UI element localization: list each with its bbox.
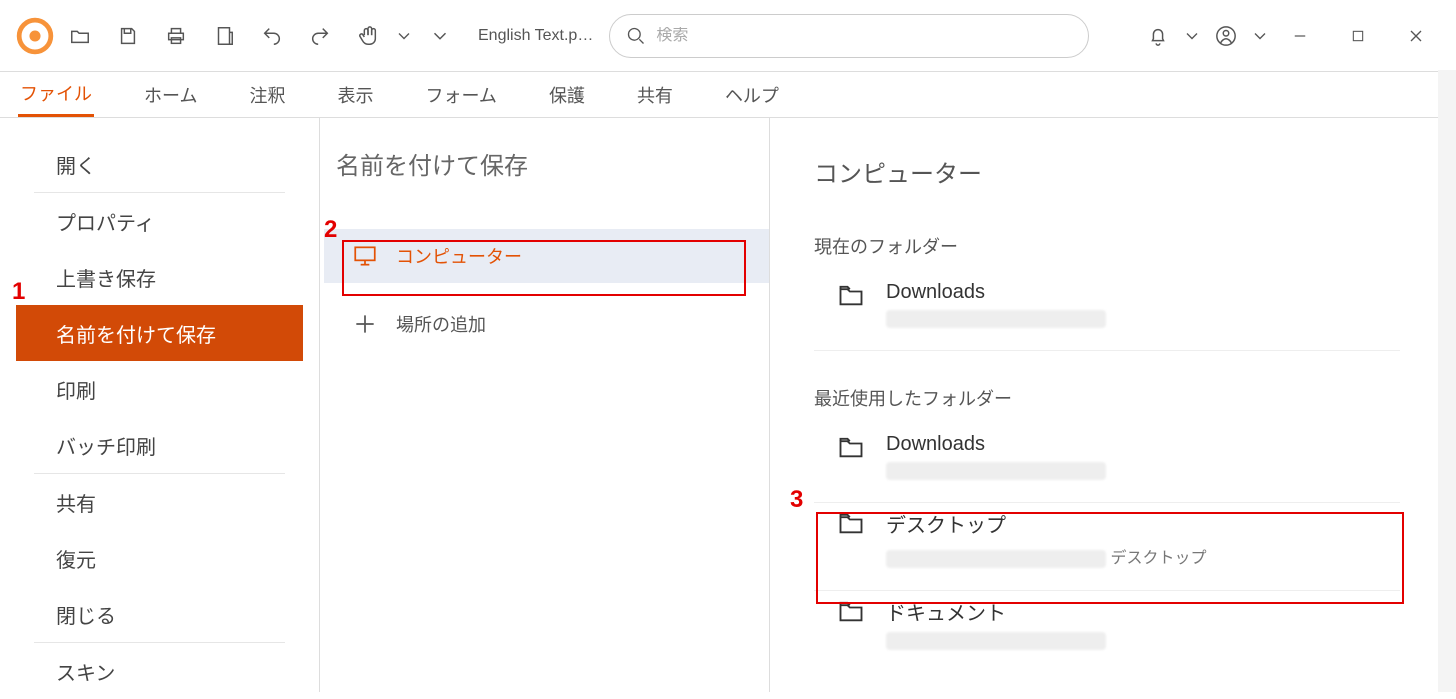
folder-path: [886, 462, 1106, 480]
undo-icon[interactable]: [250, 14, 294, 58]
computer-panel-title: コンピューター: [814, 154, 1456, 189]
window-minimize[interactable]: [1272, 14, 1328, 58]
computer-panel: コンピューター 現在のフォルダー Downloads 最近使用したフォルダー D…: [770, 118, 1456, 692]
file-menu: 開く プロパティ 上書き保存 名前を付けて保存 印刷 バッチ印刷 共有 復元 閉…: [0, 118, 320, 692]
annotation-step-1: 1: [12, 278, 25, 306]
redo-icon[interactable]: [298, 14, 342, 58]
folder-name: Downloads: [886, 433, 1106, 456]
bell-icon[interactable]: [1136, 14, 1180, 58]
tab-share[interactable]: 共有: [635, 74, 675, 116]
print-icon[interactable]: [154, 14, 198, 58]
search-input[interactable]: [656, 27, 1072, 45]
hand-dropdown-icon[interactable]: [394, 14, 414, 58]
tab-help[interactable]: ヘルプ: [723, 74, 781, 116]
file-print[interactable]: 印刷: [16, 361, 303, 417]
user-dropdown-icon[interactable]: [1250, 14, 1270, 58]
search-icon: [626, 26, 646, 46]
bell-dropdown-icon[interactable]: [1182, 14, 1202, 58]
window-close[interactable]: [1388, 14, 1444, 58]
tab-file[interactable]: ファイル: [18, 72, 94, 117]
hand-tool-icon[interactable]: [346, 14, 390, 58]
document-title: English Text.p…: [478, 27, 593, 45]
current-folder-header: 現在のフォルダー: [814, 233, 1456, 259]
tab-form[interactable]: フォーム: [423, 74, 498, 116]
annotation-highlight-2: [342, 240, 746, 296]
tab-protect[interactable]: 保護: [547, 74, 587, 116]
file-properties[interactable]: プロパティ: [16, 193, 303, 249]
window-maximize[interactable]: [1330, 14, 1386, 58]
location-label: 場所の追加: [396, 311, 486, 337]
file-revert[interactable]: 復元: [16, 530, 303, 586]
file-save[interactable]: 上書き保存: [16, 249, 303, 305]
file-share[interactable]: 共有: [16, 474, 303, 530]
folder-icon: [834, 281, 868, 314]
file-save-as[interactable]: 名前を付けて保存: [16, 305, 303, 361]
folder-icon: [834, 433, 868, 466]
folder-path: [886, 632, 1106, 650]
folder-name: Downloads: [886, 281, 1106, 304]
ribbon-tabs: ファイル ホーム 注釈 表示 フォーム 保護 共有 ヘルプ: [0, 72, 1456, 118]
annotation-highlight-3: [816, 512, 1404, 604]
folder-path: [886, 310, 1106, 328]
open-icon[interactable]: [58, 14, 102, 58]
file-batch-print[interactable]: バッチ印刷: [16, 417, 303, 473]
scrollbar[interactable]: [1438, 70, 1456, 692]
save-as-locations: 名前を付けて保存 コンピューター 場所の追加: [320, 118, 770, 692]
annotation-step-3: 3: [790, 486, 803, 514]
clipboard-icon[interactable]: [202, 14, 246, 58]
save-as-title: 名前を付けて保存: [320, 146, 769, 229]
plus-icon: [352, 311, 378, 337]
file-open[interactable]: 開く: [16, 136, 303, 192]
tab-home[interactable]: ホーム: [142, 74, 199, 116]
tab-comment[interactable]: 注釈: [247, 74, 287, 116]
save-icon[interactable]: [106, 14, 150, 58]
recent-folder-header: 最近使用したフォルダー: [814, 385, 1456, 411]
folder-row[interactable]: Downloads: [814, 427, 1400, 503]
file-close[interactable]: 閉じる: [16, 586, 303, 642]
location-add-place[interactable]: 場所の追加: [324, 297, 769, 351]
search-box[interactable]: [609, 14, 1089, 58]
folder-row[interactable]: Downloads: [814, 275, 1400, 351]
user-icon[interactable]: [1204, 14, 1248, 58]
app-logo: [16, 17, 54, 55]
file-skin[interactable]: スキン: [16, 643, 303, 699]
doc-dropdown-icon[interactable]: [418, 14, 462, 58]
tab-view[interactable]: 表示: [335, 74, 375, 116]
annotation-step-2: 2: [324, 216, 337, 244]
